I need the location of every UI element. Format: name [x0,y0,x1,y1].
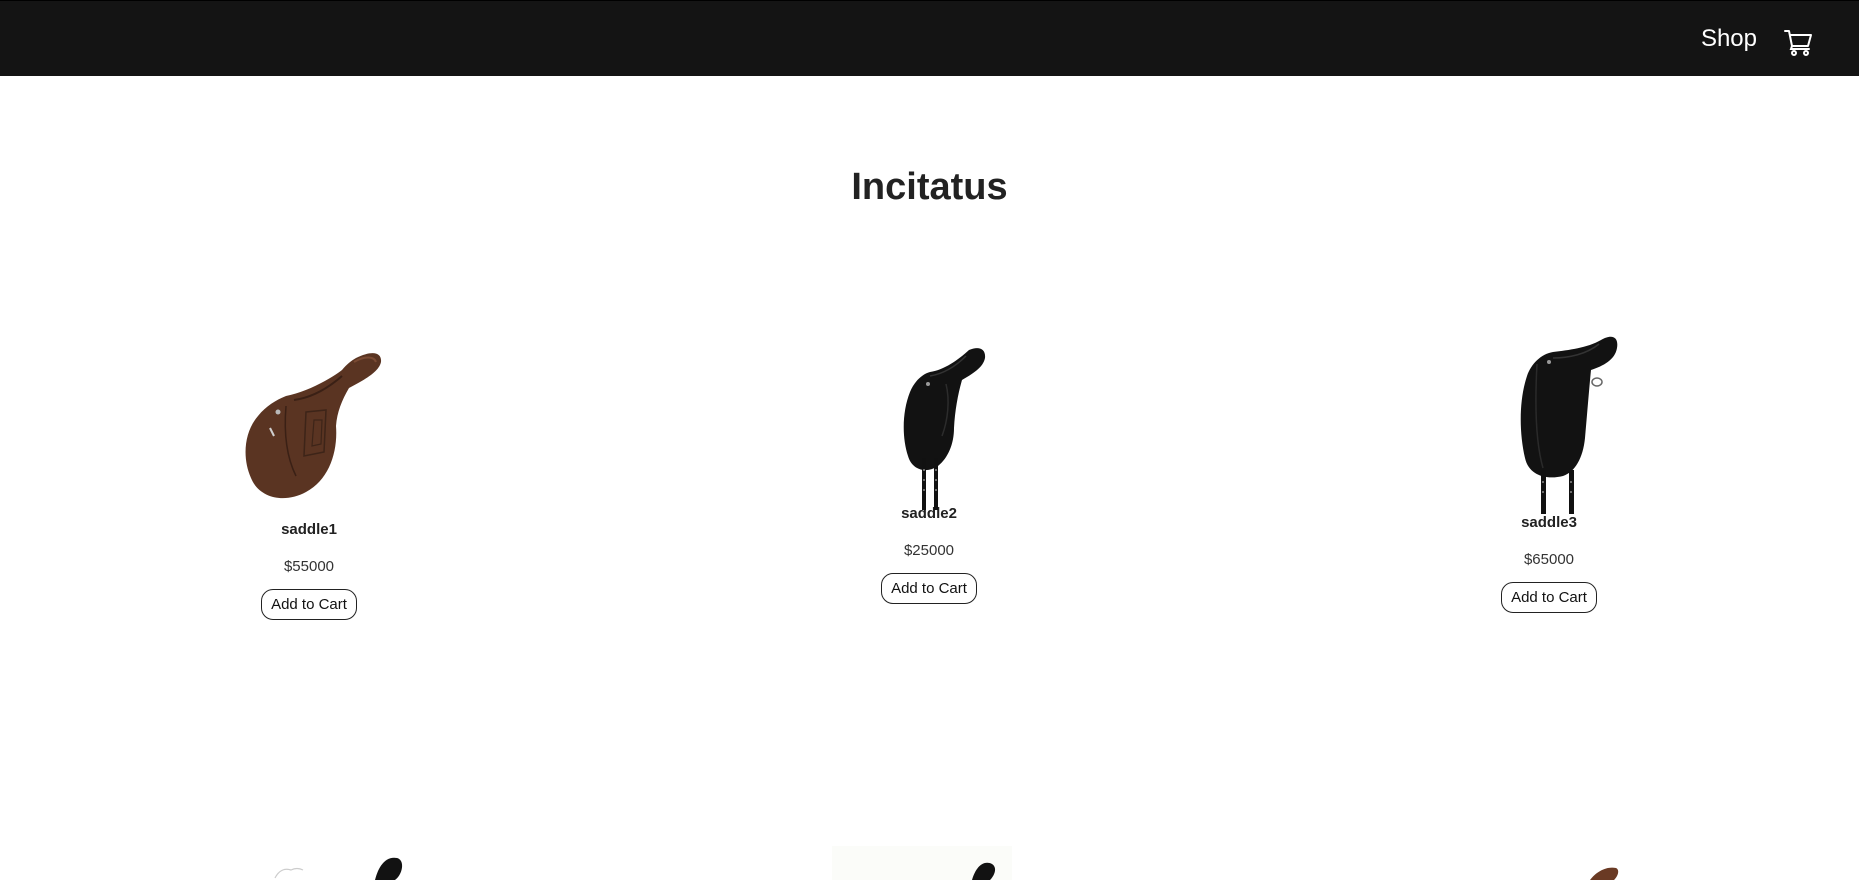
saddle-image [1520,336,1618,514]
cart-icon[interactable] [1783,27,1813,57]
product-card: saddle1 $55000 Add to Cart [159,340,459,620]
product-image [214,340,404,515]
product-image-partial [832,840,1012,880]
product-price: $25000 [903,542,955,559]
saddle-image [903,348,986,510]
product-card: saddle2 $25000 Add to Cart [779,340,1079,604]
product-price: $65000 [1523,551,1575,568]
product-image-partial [255,840,415,880]
saddle-image [245,353,382,499]
add-to-cart-button[interactable]: Add to Cart [261,589,357,620]
shop-link[interactable]: Shop [1701,25,1757,53]
add-to-cart-button[interactable]: Add to Cart [1501,582,1597,613]
product-card: saddle3 $65000 Add to Cart [1399,320,1699,613]
navbar: Shop [0,0,1859,76]
product-image-partial [1460,840,1640,880]
add-to-cart-button[interactable]: Add to Cart [881,573,977,604]
product-price: $55000 [283,558,335,575]
page-title: Incitatus [851,166,1008,208]
product-image [854,340,1004,515]
product-image [1469,320,1629,520]
product-name: saddle1 [281,521,337,538]
